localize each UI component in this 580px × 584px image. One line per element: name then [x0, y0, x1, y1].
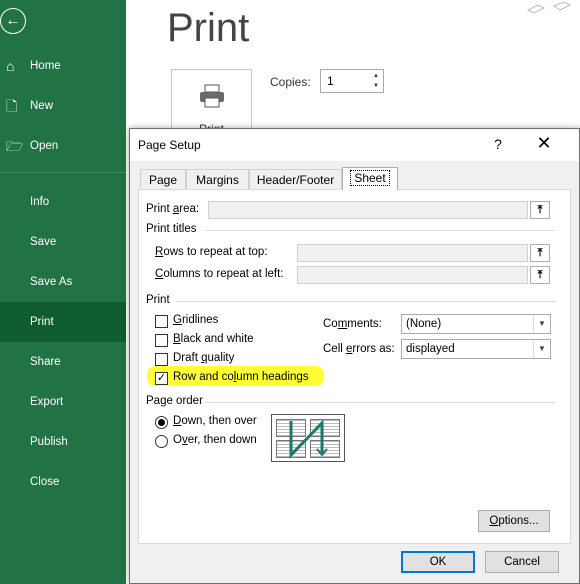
cancel-button[interactable]: Cancel: [485, 551, 559, 573]
nav-info-label: Info: [30, 196, 50, 208]
nav-open-label: Open: [30, 140, 59, 152]
print-titles-group-label: Print titles: [146, 223, 197, 235]
cols-repeat-label: Columns to repeat at left:: [155, 268, 284, 280]
print-area-input[interactable]: [208, 201, 528, 219]
nav-publish-label: Publish: [30, 436, 68, 448]
over-then-down-radio[interactable]: [155, 435, 168, 448]
cell-errors-select[interactable]: displayed ▼: [401, 339, 551, 359]
page-order-group-label: Page order: [146, 395, 203, 407]
spin-arrows-icon[interactable]: ▲ ▼: [371, 71, 381, 91]
tab-page[interactable]: Page: [140, 169, 186, 189]
row-column-headings-checkbox[interactable]: ✓: [155, 372, 168, 385]
copies-value: 1: [327, 74, 334, 88]
nav-save-as[interactable]: Save As: [0, 262, 126, 302]
tab-sheet-label: Sheet: [350, 170, 390, 186]
comments-label: Comments:: [323, 318, 382, 330]
nav-close[interactable]: Close: [0, 462, 126, 502]
close-button[interactable]: ✕: [534, 133, 554, 154]
dialog-titlebar: Page Setup ? ✕: [130, 129, 579, 161]
comments-select[interactable]: (None) ▼: [401, 314, 551, 334]
tab-margins-label: Margins: [196, 173, 239, 187]
cell-errors-value: displayed: [406, 343, 455, 355]
tab-page-label: Page: [148, 173, 178, 187]
over-then-down-label: Over, then down: [173, 434, 257, 446]
page-title: Print: [167, 6, 250, 50]
nav-export[interactable]: Export: [0, 382, 126, 422]
options-button[interactable]: Options...: [478, 510, 550, 532]
nav-new[interactable]: 🗋 New: [0, 86, 126, 126]
back-arrow-icon[interactable]: ←: [0, 8, 26, 34]
group-divider: [176, 301, 556, 302]
collapse-dialog-icon[interactable]: ⤒: [530, 201, 550, 219]
cell-errors-label: Cell errors as:: [323, 343, 395, 355]
tab-header-footer[interactable]: Header/Footer: [249, 169, 342, 189]
gridlines-label: Gridlines: [173, 314, 219, 326]
nav-save-as-label: Save As: [30, 276, 73, 288]
nav-new-label: New: [30, 100, 54, 112]
chevron-down-icon: ▼: [533, 315, 550, 333]
gridlines-checkbox[interactable]: [155, 315, 168, 328]
nav-home-label: Home: [30, 60, 61, 72]
nav-print[interactable]: Print: [0, 302, 126, 342]
backstage-sidebar: ← ⌂ Home 🗋 New 🗁 Open Info Save Save As …: [0, 0, 126, 584]
print-area-label: Print area:: [146, 203, 200, 215]
nav-save[interactable]: Save: [0, 222, 126, 262]
nav-separator: [0, 172, 126, 173]
decorative-shapes: [520, 0, 580, 20]
page-order-preview-icon: [271, 414, 345, 462]
folder-open-icon: 🗁: [6, 138, 24, 154]
nav-share-label: Share: [30, 356, 61, 368]
dialog-title: Page Setup: [138, 138, 201, 152]
group-divider: [205, 402, 555, 403]
black-white-checkbox[interactable]: [155, 334, 168, 347]
down-then-over-radio[interactable]: [155, 416, 168, 429]
black-white-label: Black and white: [173, 333, 254, 345]
collapse-dialog-icon[interactable]: ⤒: [530, 266, 550, 284]
home-icon: ⌂: [6, 58, 15, 74]
chevron-down-icon: ▼: [533, 340, 550, 358]
copies-stepper[interactable]: 1 ▲ ▼: [320, 69, 384, 93]
tab-margins[interactable]: Margins: [186, 169, 249, 189]
draft-quality-label: Draft quality: [173, 352, 235, 364]
nav-home[interactable]: ⌂ Home: [0, 46, 126, 86]
rows-repeat-input[interactable]: [297, 244, 528, 262]
printer-icon: [200, 84, 224, 108]
comments-value: (None): [406, 318, 442, 330]
nav-share[interactable]: Share: [0, 342, 126, 382]
nav-save-label: Save: [30, 236, 57, 248]
nav-print-label: Print: [30, 316, 54, 328]
down-then-over-label: Down, then over: [173, 415, 257, 427]
checkmark-icon: ✓: [156, 372, 167, 384]
help-button[interactable]: ?: [488, 136, 508, 152]
nav-close-label: Close: [30, 476, 60, 488]
rows-repeat-label: Rows to repeat at top:: [155, 246, 268, 258]
collapse-dialog-icon[interactable]: ⤒: [530, 244, 550, 262]
nav-export-label: Export: [30, 396, 64, 408]
row-column-headings-label: Row and column headings: [173, 371, 309, 383]
nav-info[interactable]: Info: [0, 182, 126, 222]
nav-publish[interactable]: Publish: [0, 422, 126, 462]
page-setup-dialog: Page Setup ? ✕ Page Margins Header/Foote…: [129, 128, 580, 584]
print-group-label: Print: [146, 294, 170, 306]
tab-header-footer-label: Header/Footer: [256, 173, 335, 187]
nav-open[interactable]: 🗁 Open: [0, 126, 126, 166]
tab-sheet[interactable]: Sheet: [342, 167, 398, 190]
sheet-panel: Print area: ⤒ Print titles Rows to repea…: [138, 189, 571, 544]
cols-repeat-input[interactable]: [297, 266, 528, 284]
draft-quality-checkbox[interactable]: [155, 353, 168, 366]
ok-button[interactable]: OK: [401, 551, 475, 573]
group-divider: [205, 230, 555, 231]
new-file-icon: 🗋: [6, 98, 18, 114]
copies-label: Copies:: [270, 75, 311, 89]
